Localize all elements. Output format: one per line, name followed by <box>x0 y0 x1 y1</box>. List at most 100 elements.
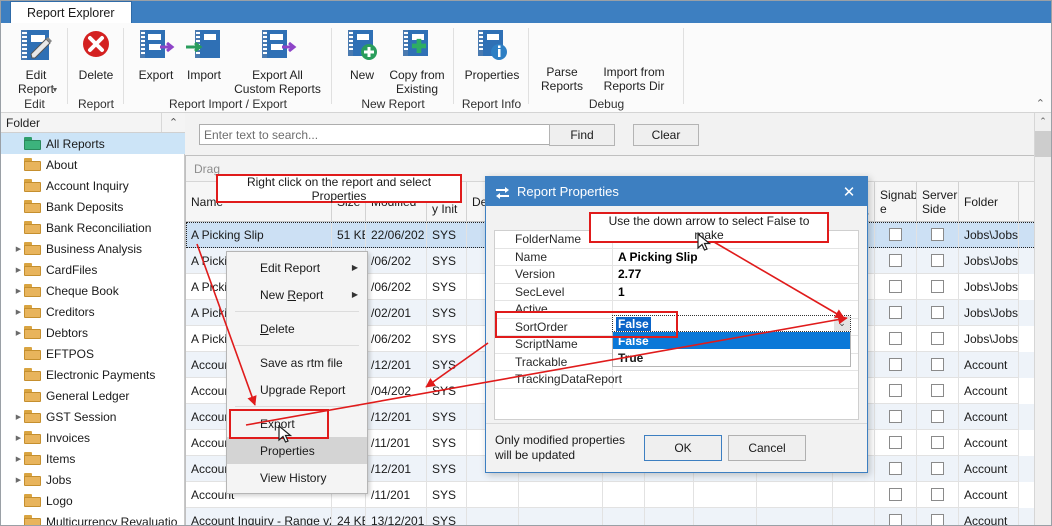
context-menu-item[interactable]: View History <box>227 464 367 491</box>
context-menu-item[interactable]: Edit Report ▶ <box>227 254 367 281</box>
clear-button[interactable]: Clear <box>633 124 699 146</box>
chevron-right-icon[interactable]: ▶ <box>13 427 24 448</box>
active-combo-box[interactable]: False ⌄ <box>612 315 851 332</box>
parse-reports-button[interactable]: Parse Reports <box>535 59 589 93</box>
context-menu[interactable]: Edit Report ▶ New Report ▶ Delete Save as rtm… <box>226 251 368 494</box>
checkbox-signable[interactable] <box>889 332 902 345</box>
table-cell-signable[interactable] <box>875 404 917 430</box>
table-cell-signable[interactable] <box>875 248 917 274</box>
context-menu-item[interactable]: Properties <box>227 437 367 464</box>
table-cell-signable[interactable] <box>875 326 917 352</box>
table-cell-server[interactable] <box>917 430 959 456</box>
grid-column-header[interactable]: Server Side <box>917 182 959 222</box>
chevron-down-icon[interactable]: ⌄ <box>834 316 850 331</box>
folder-tree-item[interactable]: Electronic Payments <box>1 364 185 385</box>
checkbox-server[interactable] <box>931 254 944 267</box>
table-cell-sort[interactable] <box>833 482 875 508</box>
properties-button[interactable]: Properties <box>462 27 522 82</box>
checkbox-server[interactable] <box>931 462 944 475</box>
table-cell-server[interactable] <box>917 248 959 274</box>
folder-tree-item[interactable]: ▶ Items <box>1 448 185 469</box>
table-cell-sort[interactable] <box>833 508 875 525</box>
combo-option[interactable]: True <box>613 349 850 366</box>
table-cell-server[interactable] <box>917 222 959 248</box>
table-cell-signable[interactable] <box>875 300 917 326</box>
chevron-right-icon[interactable]: ▶ <box>13 238 24 259</box>
checkbox-server[interactable] <box>931 488 944 501</box>
folder-tree-item[interactable]: All Reports <box>1 133 185 154</box>
chevron-down-icon[interactable]: ▼ <box>52 84 59 98</box>
context-menu-item[interactable]: Export <box>227 410 367 437</box>
ok-button[interactable]: OK <box>644 435 722 461</box>
property-row[interactable]: TrackingDataReport <box>495 371 858 389</box>
folder-tree-item[interactable]: ▶ Business Analysis <box>1 238 185 259</box>
checkbox-signable[interactable] <box>889 410 902 423</box>
import-from-reports-dir-button[interactable]: Import from Reports Dir <box>591 59 677 93</box>
chevron-right-icon[interactable]: ▶ <box>13 406 24 427</box>
folder-tree-item[interactable]: About <box>1 154 185 175</box>
table-cell-signable[interactable] <box>875 222 917 248</box>
folder-tree-item[interactable]: ▶ Creditors <box>1 301 185 322</box>
edit-report-button[interactable]: Edit Report ▼ <box>14 27 58 98</box>
checkbox-server[interactable] <box>931 514 944 525</box>
folder-tree-item[interactable]: ▶ Debtors <box>1 322 185 343</box>
table-cell-signable[interactable] <box>875 456 917 482</box>
context-menu-item[interactable]: Save as rtm file <box>227 349 367 376</box>
table-cell-server[interactable] <box>917 300 959 326</box>
folder-tree[interactable]: All Reports About Account Inquiry Bank Depo… <box>1 133 185 525</box>
folder-tree-item[interactable]: EFTPOS <box>1 343 185 364</box>
checkbox-server[interactable] <box>931 228 944 241</box>
new-report-button[interactable]: New <box>340 27 384 82</box>
ribbon-collapse-chevron-up-icon[interactable]: ⌃ <box>1036 97 1045 110</box>
property-value[interactable]: 1 <box>613 284 858 301</box>
chevron-right-icon[interactable]: ▶ <box>13 322 24 343</box>
folder-tree-item[interactable]: ▶ GST Session <box>1 406 185 427</box>
folder-tree-item[interactable]: Multicurrency Revaluatio <box>1 511 185 525</box>
grid-column-header[interactable]: Signabl e <box>875 182 917 222</box>
checkbox-server[interactable] <box>931 384 944 397</box>
chevron-right-icon[interactable]: ▶ <box>13 280 24 301</box>
checkbox-server[interactable] <box>931 332 944 345</box>
search-input[interactable] <box>199 124 560 145</box>
checkbox-signable[interactable] <box>889 280 902 293</box>
folder-tree-item[interactable]: Account Inquiry <box>1 175 185 196</box>
table-cell-signable[interactable] <box>875 274 917 300</box>
checkbox-signable[interactable] <box>889 384 902 397</box>
vertical-scrollbar[interactable]: ⌃ <box>1034 113 1051 525</box>
context-menu-item[interactable]: Upgrade Report <box>227 376 367 403</box>
chevron-right-icon[interactable]: ▶ <box>13 448 24 469</box>
checkbox-signable[interactable] <box>889 514 902 525</box>
checkbox-signable[interactable] <box>889 358 902 371</box>
table-cell-active[interactable] <box>694 508 757 525</box>
table-cell-signable[interactable] <box>875 352 917 378</box>
checkbox-signable[interactable] <box>889 228 902 241</box>
import-button[interactable]: Import <box>180 27 228 82</box>
property-value[interactable]: A Picking Slip <box>613 249 858 266</box>
folder-tree-item[interactable]: Logo <box>1 490 185 511</box>
checkbox-signable[interactable] <box>889 436 902 449</box>
table-cell-signable[interactable] <box>875 482 917 508</box>
combo-option[interactable]: False <box>613 332 850 349</box>
close-icon[interactable]: ✕ <box>835 180 863 203</box>
table-cell-server[interactable] <box>917 274 959 300</box>
checkbox-signable[interactable] <box>889 306 902 319</box>
export-button[interactable]: Export <box>132 27 180 82</box>
checkbox-signable[interactable] <box>889 488 902 501</box>
folder-tree-item[interactable]: ▶ CardFiles <box>1 259 185 280</box>
scrollbar-up-chevron-up-icon[interactable]: ⌃ <box>1035 113 1051 130</box>
export-all-custom-reports-button[interactable]: Export All Custom Reports <box>230 27 325 96</box>
chevron-right-icon[interactable]: ▶ <box>13 301 24 322</box>
grid-column-header[interactable]: Folder <box>959 182 1019 222</box>
copy-from-existing-button[interactable]: Copy from Existing <box>384 27 450 96</box>
folder-panel-collapse-chevron-up-icon[interactable]: ⌃ <box>161 113 185 132</box>
folder-tree-item[interactable]: ▶ Cheque Book <box>1 280 185 301</box>
property-row[interactable]: Version 2.77 <box>495 266 858 284</box>
checkbox-signable[interactable] <box>889 462 902 475</box>
property-value[interactable]: 2.77 <box>613 266 858 283</box>
table-cell-server[interactable] <box>917 378 959 404</box>
active-combo-dropdown-list[interactable]: False True <box>612 332 851 367</box>
property-row[interactable]: Name A Picking Slip <box>495 248 858 266</box>
folder-tree-item[interactable]: ▶ Invoices <box>1 427 185 448</box>
checkbox-server[interactable] <box>931 436 944 449</box>
property-value[interactable] <box>613 371 858 388</box>
